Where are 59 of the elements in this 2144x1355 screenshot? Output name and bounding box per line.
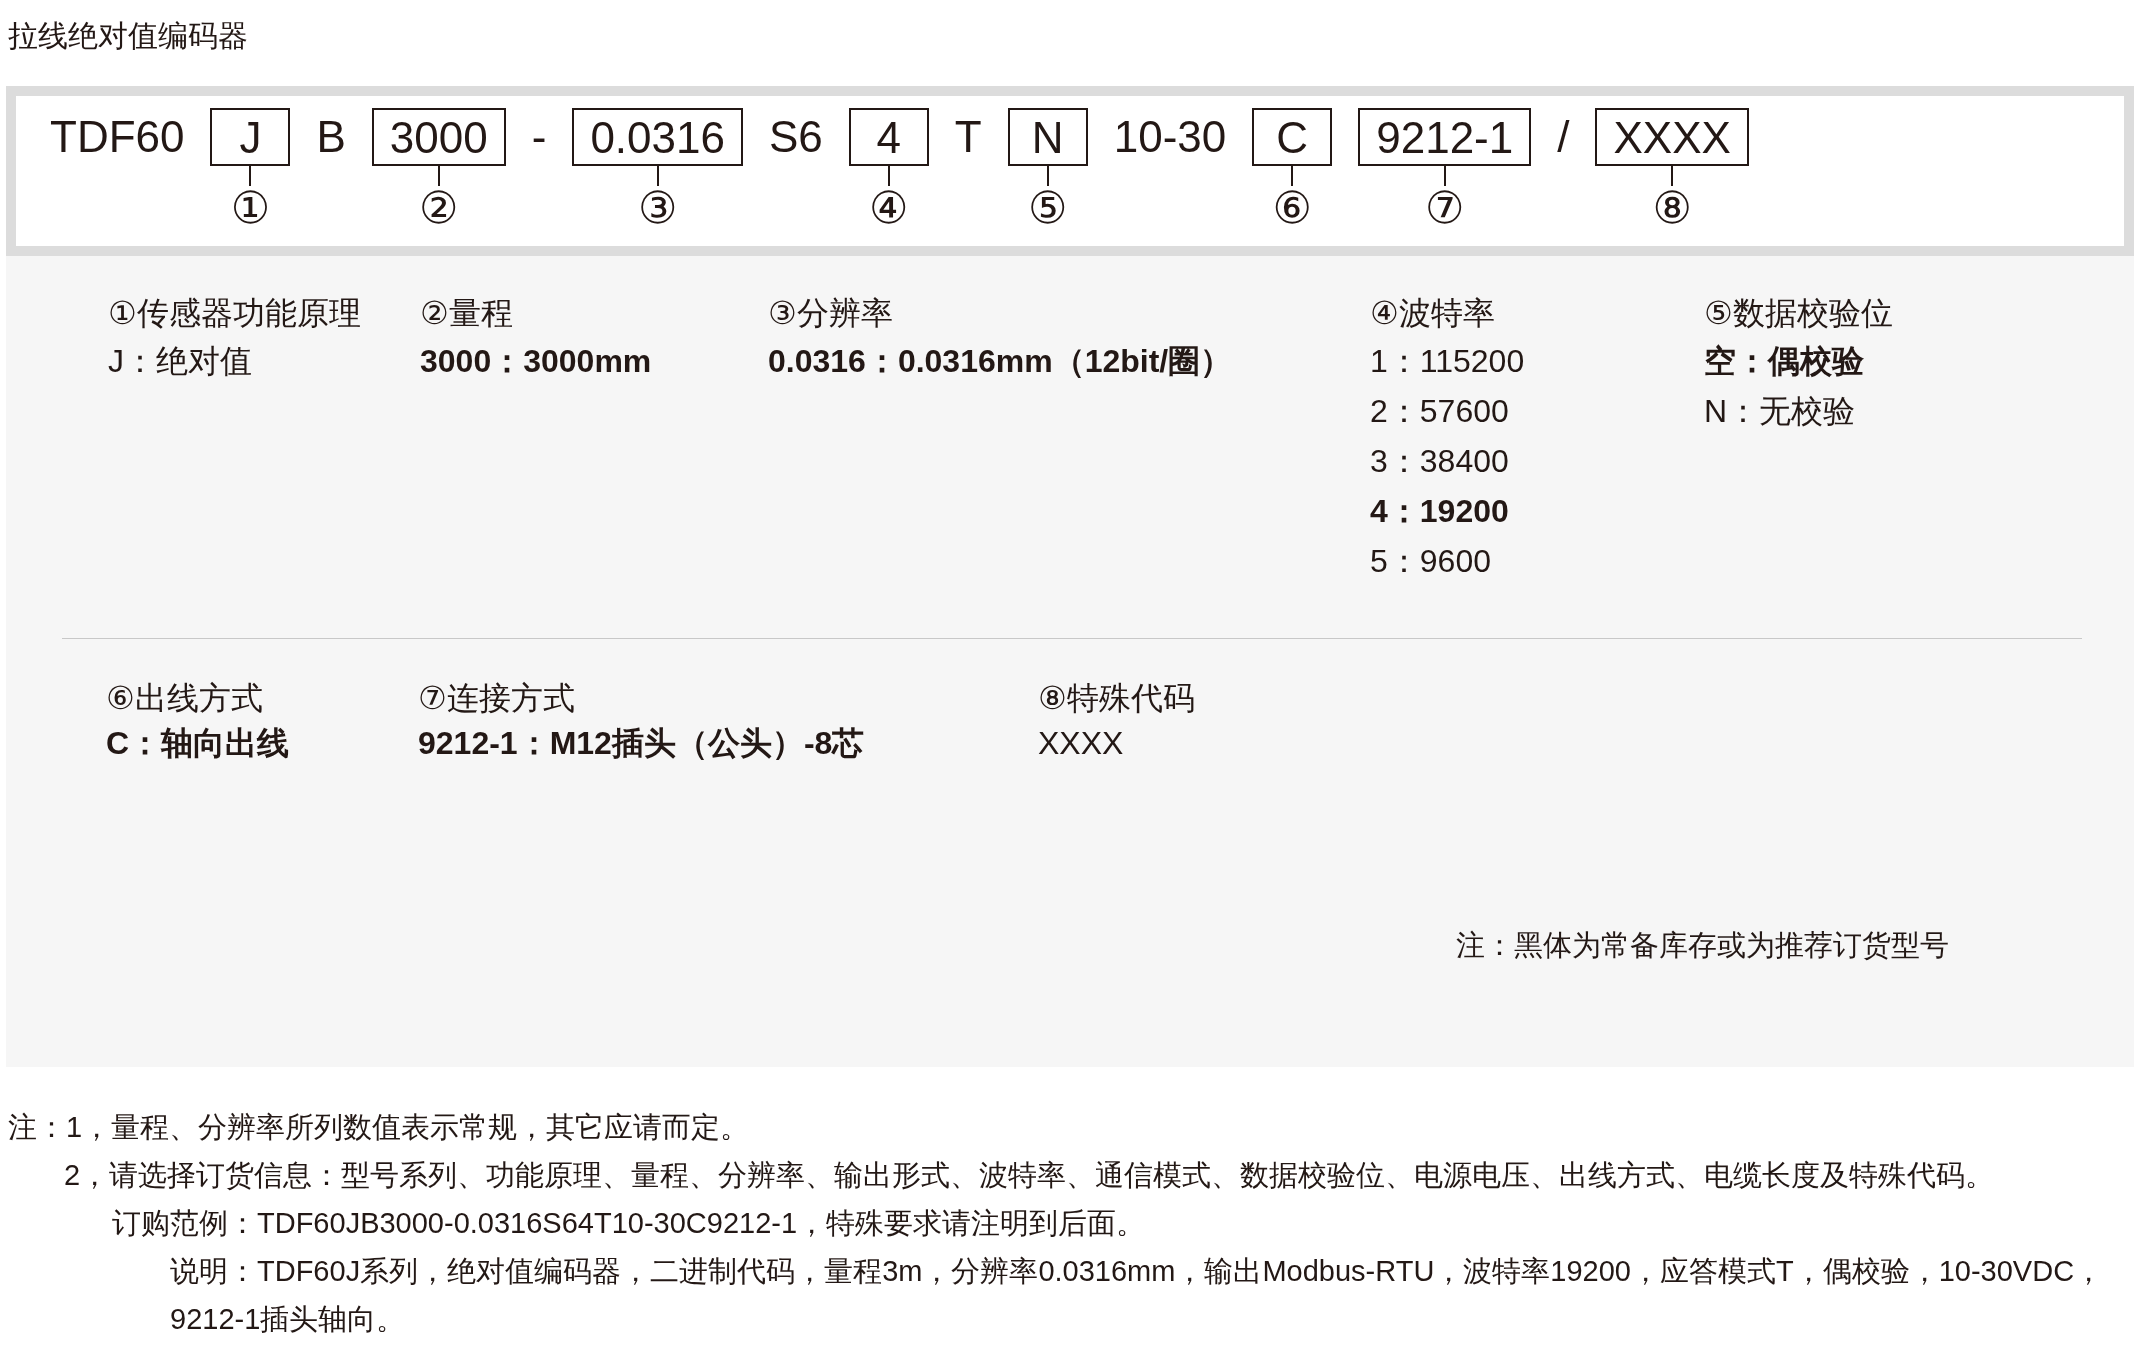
legend-note: 注：黑体为常备库存或为推荐订货型号 — [1456, 928, 1949, 963]
option-text: XXXX — [1038, 724, 1125, 763]
code-text: TDF60 — [50, 111, 185, 163]
leader-line — [1671, 166, 1674, 186]
section-heading: ⑥出线方式 — [106, 679, 264, 718]
code-text: / — [1557, 111, 1570, 163]
leader-line — [656, 166, 659, 186]
code-field: C — [1252, 108, 1333, 166]
section-heading: ①传感器功能原理 — [108, 294, 362, 333]
marker-number: ⑤ — [1027, 186, 1068, 230]
code-field: XXXX — [1595, 108, 1749, 166]
section-heading: ④波特率 — [1370, 294, 1496, 333]
section-heading: ②量程 — [420, 294, 514, 333]
code-field: 9212-1 — [1358, 108, 1532, 166]
marker-number: ④ — [869, 186, 909, 230]
code-text: - — [531, 111, 547, 163]
leader-line — [1291, 166, 1294, 186]
marker-number: ⑧ — [1652, 186, 1692, 230]
option-text: 3：38400 — [1370, 442, 1510, 481]
marker-number: ⑦ — [1425, 186, 1465, 230]
option-text: 1：115200 — [1370, 342, 1526, 381]
note-text: 订购范例：TDF60JB3000-0.0316S64T10-30C9212-1，特殊要求请注明到后面。 — [111, 1206, 1147, 1241]
section-heading: ⑧特殊代码 — [1038, 679, 1196, 718]
leader-line — [1046, 166, 1049, 186]
section-heading: ⑦连接方式 — [418, 679, 576, 718]
option-text: J：绝对值 — [108, 342, 253, 381]
leader-line — [1443, 166, 1446, 186]
code-field: J — [210, 108, 291, 166]
code-text: B — [316, 111, 346, 163]
option-text: 5：9600 — [1370, 542, 1492, 581]
marker-number: ③ — [637, 186, 678, 230]
code-field: 4 — [848, 108, 929, 166]
code-field: N — [1007, 108, 1088, 166]
marker-number: ⑥ — [1272, 186, 1312, 230]
option-text: 3000：3000mm — [420, 342, 653, 381]
note-text: 说明：TDF60J系列，绝对值编码器，二进制代码，量程3m，分辨率0.0316mm，输出Modbus-RTU，波特率19200，应答模式T，偶校验，10-30VDC， — [169, 1254, 2105, 1289]
code-text: T — [954, 111, 982, 163]
code-field: 0.0316 — [572, 108, 743, 166]
option-text: 9212-1：M12插头（公头）-8芯 — [418, 724, 866, 763]
code-text: S6 — [768, 111, 823, 163]
marker-number: ② — [419, 186, 459, 230]
option-text: 0.0316：0.0316mm（12bit/圈） — [768, 342, 1234, 381]
section-heading: ⑤数据校验位 — [1704, 294, 1894, 333]
section-heading: ③分辨率 — [768, 294, 894, 333]
note-text: 9212-1插头轴向。 — [169, 1302, 407, 1337]
option-text: N：无校验 — [1704, 392, 1857, 431]
option-text: 空：偶校验 — [1704, 342, 1865, 381]
marker-number: ① — [230, 186, 271, 230]
option-text: C：轴向出线 — [106, 724, 291, 763]
page-title: 拉线绝对值编码器 — [7, 18, 249, 54]
note-text: 注：1，量程、分辨率所列数值表示常规，其它应请而定。 — [8, 1110, 751, 1145]
note-text: 2，请选择订货信息：型号系列、功能原理、量程、分辨率、输出形式、波特率、通信模式、数据校验位、电源电压、出线方式、电缆长度及特殊代码。 — [63, 1158, 1996, 1193]
code-text: 10-30 — [1113, 111, 1227, 163]
leader-line — [887, 166, 890, 186]
option-text: 4：19200 — [1370, 492, 1510, 531]
option-text: 2：57600 — [1370, 392, 1510, 431]
code-field: 3000 — [371, 108, 506, 166]
leader-line — [437, 166, 440, 186]
leader-line — [249, 166, 252, 186]
